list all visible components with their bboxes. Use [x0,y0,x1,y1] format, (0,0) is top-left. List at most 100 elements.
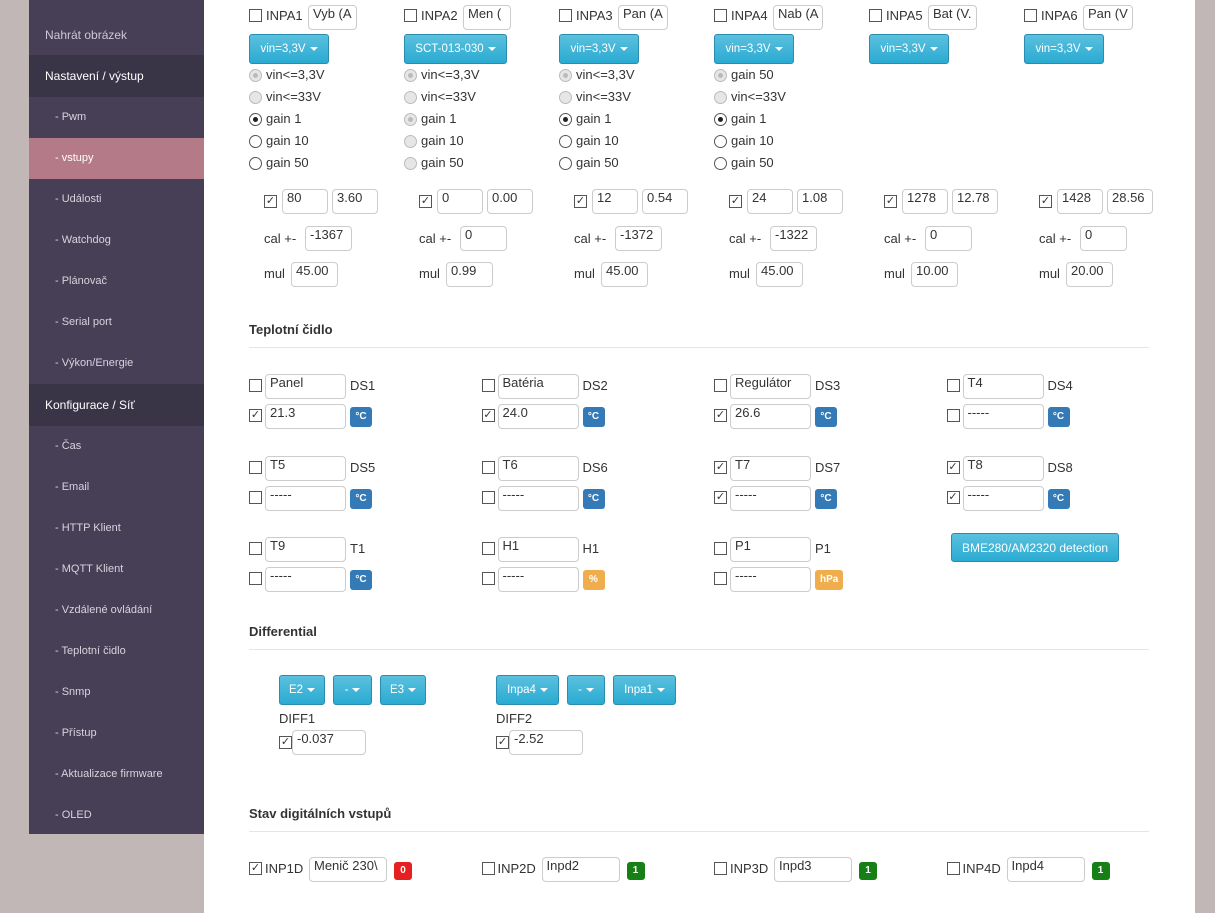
raw-value-field[interactable]: 24 [747,189,793,214]
mode-radio[interactable] [404,157,417,170]
sensor-value-checkbox[interactable] [946,409,960,422]
sensor-name-field[interactable]: Regulátor [730,374,811,399]
value-checkbox[interactable]: ✓ [1039,195,1052,208]
operand-b-dropdown[interactable]: E3 [380,675,426,705]
sidebar-item[interactable]: - Výkon/Energie [29,343,204,384]
sensor-enable-checkbox[interactable] [481,379,495,392]
sensor-enable-checkbox[interactable] [249,379,262,392]
sensor-value-checkbox[interactable] [481,490,495,504]
input-enable-checkbox[interactable] [249,9,262,22]
value-checkbox[interactable]: ✓ [884,195,897,208]
digital-input-checkbox[interactable] [481,862,495,875]
sensor-value-field[interactable]: ----- [497,567,579,592]
value-checkbox[interactable]: ✓ [419,195,432,208]
digital-input-checkbox[interactable]: ✓ [249,862,262,875]
computed-value-field[interactable]: 0.00 [487,189,533,214]
mode-radio[interactable] [249,135,262,148]
digital-input-label-field[interactable]: Inpd2 [541,857,620,882]
mode-radio[interactable] [404,113,417,126]
mode-radio[interactable] [249,69,262,82]
sensor-value-field[interactable]: 24.0 [497,404,579,429]
sensor-value-checkbox[interactable] [481,572,495,585]
sidebar-item[interactable]: Nastavení / výstup [29,55,204,97]
sensor-value-field[interactable]: ----- [265,485,346,511]
raw-value-field[interactable]: 1428 [1057,189,1103,214]
sensor-name-field[interactable]: Panel [265,374,346,399]
calibration-field[interactable]: 0 [1080,226,1127,251]
mode-dropdown[interactable]: vin=3,3V [714,34,794,64]
mode-radio[interactable] [559,91,572,104]
sensor-name-field[interactable]: T7 [730,455,811,481]
sidebar-item[interactable]: Nahrát obrázek [29,15,204,56]
mode-radio[interactable] [249,91,262,104]
calibration-field[interactable]: -1372 [615,226,662,251]
input-enable-checkbox[interactable] [559,9,572,22]
mode-radio[interactable] [559,113,572,126]
diff-value-field[interactable]: -2.52 [509,730,583,755]
digital-input-label-field[interactable]: Inpd3 [774,857,852,882]
sidebar-item[interactable]: - Serial port [29,302,204,343]
mode-radio[interactable] [249,157,262,170]
sensor-value-field[interactable]: ----- [265,567,346,592]
sidebar-item[interactable]: - Pwm [29,97,204,138]
sensor-value-field[interactable]: ----- [497,485,579,511]
sidebar-item[interactable]: - Vzdálené ovládání [29,590,204,631]
calibration-field[interactable]: -1367 [305,226,352,251]
operand-a-dropdown[interactable]: E2 [279,675,325,705]
operator-dropdown[interactable]: - [333,675,372,705]
sidebar-item[interactable]: - MQTT Klient [29,549,204,590]
raw-value-field[interactable]: 12 [592,189,638,214]
sensor-value-checkbox[interactable] [249,572,262,585]
sensor-enable-checkbox[interactable] [714,542,727,555]
input-label-field[interactable]: Pan (A [618,5,668,30]
sensor-name-field[interactable]: T6 [497,455,579,481]
sidebar-item[interactable]: - Události [29,179,204,220]
sensor-value-checkbox[interactable]: ✓ [714,490,727,504]
mode-dropdown[interactable]: vin=3,3V [559,34,639,64]
input-enable-checkbox[interactable] [404,9,417,22]
value-checkbox[interactable]: ✓ [574,195,587,208]
mode-radio[interactable] [714,135,727,148]
sensor-value-checkbox[interactable]: ✓ [714,409,727,422]
operand-b-dropdown[interactable]: Inpa1 [613,675,676,705]
input-label-field[interactable]: Nab (A [773,5,824,30]
digital-input-checkbox[interactable] [946,862,960,875]
digital-input-label-field[interactable]: Menič 230\ [309,857,387,882]
sensor-enable-checkbox[interactable] [249,460,262,474]
mode-radio[interactable] [559,69,572,82]
mode-radio[interactable] [714,69,727,82]
mode-radio[interactable] [714,113,727,126]
sensor-enable-checkbox[interactable] [249,542,262,555]
multiplier-field[interactable]: 0.99 [446,262,493,287]
sensor-enable-checkbox[interactable] [481,542,495,555]
mode-radio[interactable] [559,135,572,148]
sidebar-item[interactable]: - Čas [29,426,204,467]
sensor-value-field[interactable]: 26.6 [730,404,811,429]
input-label-field[interactable]: Vyb (A [308,5,357,30]
sensor-value-checkbox[interactable] [714,572,727,585]
sensor-name-field[interactable]: T5 [265,455,346,481]
sensor-value-checkbox[interactable]: ✓ [946,490,960,504]
sensor-value-field[interactable]: ----- [962,485,1044,511]
sensor-value-checkbox[interactable]: ✓ [249,409,262,422]
mode-radio[interactable] [714,91,727,104]
input-enable-checkbox[interactable] [714,9,727,22]
sensor-name-field[interactable]: P1 [730,537,811,562]
value-checkbox[interactable]: ✓ [729,195,742,208]
sensor-enable-checkbox[interactable] [714,379,727,392]
input-enable-checkbox[interactable] [1024,9,1037,22]
digital-input-label-field[interactable]: Inpd4 [1006,857,1085,882]
input-enable-checkbox[interactable] [869,9,882,22]
calibration-field[interactable]: 0 [925,226,972,251]
input-label-field[interactable]: Bat (V. [928,5,977,30]
computed-value-field[interactable]: 1.08 [797,189,843,214]
sensor-enable-checkbox[interactable]: ✓ [714,460,727,474]
sensor-value-field[interactable]: 21.3 [265,404,346,429]
mode-radio[interactable] [404,135,417,148]
sidebar-item[interactable]: - Email [29,467,204,508]
multiplier-field[interactable]: 45.00 [291,262,338,287]
sensor-enable-checkbox[interactable] [481,460,495,474]
sidebar-item[interactable]: - Snmp [29,672,204,713]
raw-value-field[interactable]: 1278 [902,189,948,214]
sensor-enable-checkbox[interactable] [946,379,960,392]
